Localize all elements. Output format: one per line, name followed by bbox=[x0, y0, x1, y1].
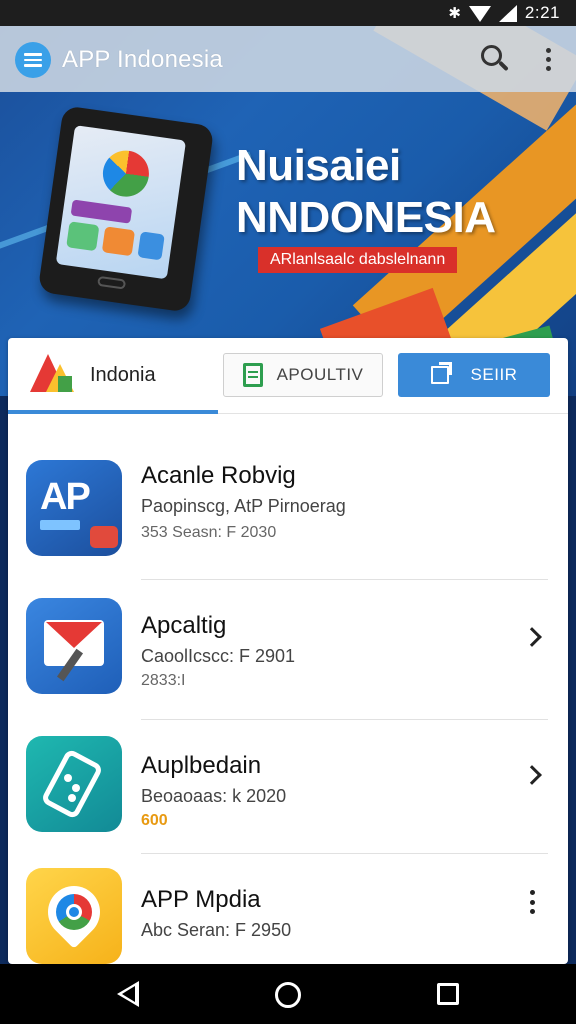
signal-icon bbox=[498, 4, 517, 22]
chevron-right-icon[interactable] bbox=[522, 627, 542, 647]
home-icon[interactable] bbox=[275, 982, 301, 1008]
kebab-menu-icon[interactable] bbox=[530, 890, 536, 914]
indonesia-logo-icon bbox=[30, 354, 76, 394]
list-item-title: Auplbedain bbox=[141, 752, 262, 779]
hero-headline: Nuisaiei NNDONESIA bbox=[236, 140, 566, 244]
list-item-subtitle: CaoolIcscc: F 2901 bbox=[141, 646, 296, 666]
list-item-title: APP Mpdia bbox=[141, 886, 261, 913]
recents-icon[interactable] bbox=[437, 983, 459, 1005]
phone-tile bbox=[101, 226, 136, 257]
list-item-meta: 353 Seasn: F 2030 bbox=[141, 524, 277, 541]
list-item[interactable]: Apcaltig CaoolIcscc: F 2901 2833:I bbox=[8, 580, 568, 720]
phone-tile bbox=[66, 221, 100, 252]
status-bar: ✱ 2:21 bbox=[0, 0, 576, 26]
seiir-button[interactable]: SEIIR bbox=[398, 353, 550, 397]
tab-indonia[interactable]: Indonia bbox=[90, 364, 156, 387]
status-time: 2:21 bbox=[524, 3, 560, 22]
chrome-app-icon bbox=[26, 868, 122, 964]
app-bar: APP Indonesia bbox=[0, 26, 576, 92]
phone-screen bbox=[55, 125, 187, 280]
apoultiv-button[interactable]: APOULTIV bbox=[223, 353, 383, 397]
list-item-title: Apcaltig bbox=[141, 612, 227, 639]
phone-home-button bbox=[97, 275, 127, 290]
app-list-card: Indonia APOULTIV SEIIR AP Acanle Robvig … bbox=[8, 338, 568, 964]
tab-active-indicator bbox=[8, 410, 218, 414]
document-icon bbox=[242, 363, 263, 387]
list-item-subtitle: Paopinscg, AtP Pirnoerag bbox=[141, 496, 346, 516]
share-icon bbox=[430, 362, 452, 384]
search-icon[interactable] bbox=[478, 42, 512, 76]
navigation-bar bbox=[0, 964, 576, 1024]
status-icons: ✱ 2:21 bbox=[448, 3, 560, 23]
list-item[interactable]: Auplbedain Beoaoaas: k 2020 600 bbox=[8, 720, 568, 854]
hero-phone-illustration bbox=[37, 105, 215, 313]
ap-app-icon: AP bbox=[26, 460, 122, 556]
hero-tagline: ARlanlsaalc dabslelnann bbox=[258, 247, 458, 273]
list-item-meta: 600 bbox=[141, 812, 168, 829]
menu-icon[interactable] bbox=[15, 42, 51, 78]
list-item-subtitle: Beoaoaas: k 2020 bbox=[141, 786, 287, 806]
wifi-icon bbox=[468, 6, 491, 22]
phone-tile bbox=[70, 199, 133, 224]
list-item[interactable]: AP Acanle Robvig Paopinscg, AtP Pirnoera… bbox=[8, 432, 568, 580]
phone-tile bbox=[137, 231, 165, 261]
app-list: AP Acanle Robvig Paopinscg, AtP Pirnoera… bbox=[8, 432, 568, 964]
list-item-meta: 2833:I bbox=[141, 672, 186, 689]
phone-logo-icon bbox=[99, 147, 152, 200]
tab-row: Indonia APOULTIV SEIIR bbox=[8, 338, 568, 414]
seiir-button-label: SEIIR bbox=[470, 365, 518, 384]
list-item-subtitle: Abc Seran: F 2950 bbox=[141, 920, 292, 940]
chevron-right-icon[interactable] bbox=[522, 765, 542, 785]
overflow-menu-icon[interactable] bbox=[538, 44, 558, 74]
vibrate-icon: ✱ bbox=[448, 5, 461, 22]
card-app-icon bbox=[26, 736, 122, 832]
app-title: APP Indonesia bbox=[62, 46, 223, 73]
list-item[interactable]: APP Mpdia Abc Seran: F 2950 bbox=[8, 854, 568, 964]
back-icon[interactable] bbox=[117, 981, 139, 1007]
mail-app-icon bbox=[26, 598, 122, 694]
hero-headline-line2: NNDONESIA bbox=[236, 193, 496, 242]
hero-headline-line1: Nuisaiei bbox=[236, 141, 401, 190]
list-item-title: Acanle Robvig bbox=[141, 462, 296, 489]
apoultiv-button-label: APOULTIV bbox=[276, 365, 364, 384]
